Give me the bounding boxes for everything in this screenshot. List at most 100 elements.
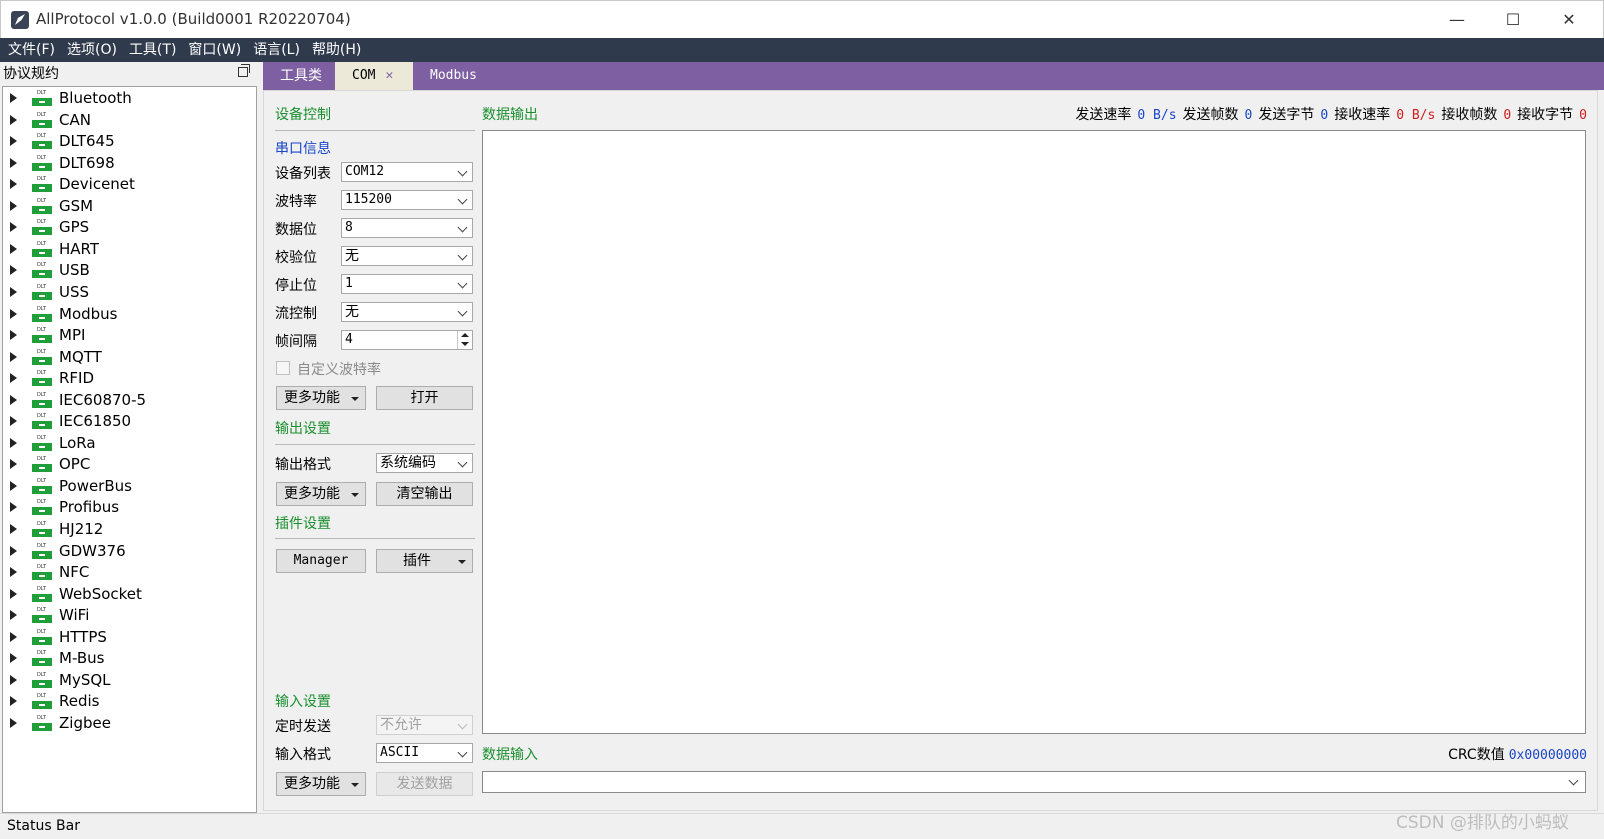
expand-arrow-icon[interactable] [10,93,17,103]
crc-display: CRC数值 0x00000000 [1448,744,1587,764]
menu-tools[interactable]: 工具(T) [123,38,182,62]
stop-bits-select[interactable]: 1 [341,274,473,294]
expand-arrow-icon[interactable] [10,351,17,362]
expand-arrow-icon[interactable] [10,502,17,513]
tree-item-websocket[interactable]: DLT WebSocket [3,583,253,605]
send-data-button[interactable]: 发送数据 [376,772,473,796]
parity-select[interactable]: 无 [341,246,473,266]
tree-item-iec60870-5[interactable]: DLT IEC60870-5 [3,389,253,411]
expand-arrow-icon[interactable] [10,437,17,448]
plugin-button[interactable]: 插件 [376,549,473,573]
expand-arrow-icon[interactable] [10,567,17,578]
tree-item-nfc[interactable]: DLT NFC [3,561,253,583]
tree-item-can[interactable]: DLT CAN [3,109,253,131]
protocol-tree[interactable]: DLT Bluetooth DLT CAN DLT DLT645 DLT DLT698 DLT D… [2,86,257,813]
expand-arrow-icon[interactable] [10,545,17,556]
tree-item-lora[interactable]: DLT LoRa [3,432,253,454]
expand-arrow-icon[interactable] [10,524,17,534]
expand-arrow-icon[interactable] [10,286,17,297]
data-input-field[interactable] [482,771,1586,793]
maximize-button[interactable]: ☐ [1490,5,1536,35]
menu-options[interactable]: 选项(O) [61,38,123,62]
menu-help[interactable]: 帮助(H) [306,38,367,62]
menu-window[interactable]: 窗口(W) [182,38,247,62]
expand-arrow-icon[interactable] [10,136,17,147]
input-format-select[interactable]: ASCII [376,743,473,763]
expand-arrow-icon[interactable] [10,265,17,276]
tree-item-gps[interactable]: DLT GPS [3,216,253,238]
menu-file[interactable]: 文件(F) [0,38,61,62]
custom-baud-checkbox[interactable] [276,361,290,375]
expand-arrow-icon[interactable] [10,179,17,190]
expand-arrow-icon[interactable] [10,653,17,664]
spin-up-icon[interactable] [457,331,471,340]
interval-spinbox[interactable]: 4 [341,330,473,350]
tree-item-bluetooth[interactable]: DLT Bluetooth [3,87,253,109]
expand-arrow-icon[interactable] [10,459,17,470]
minimize-button[interactable]: — [1434,5,1480,35]
open-button[interactable]: 打开 [376,386,473,410]
tree-item-mpi[interactable]: DLT MPI [3,324,253,346]
expand-arrow-icon[interactable] [10,308,17,319]
baud-select[interactable]: 115200 [341,190,473,210]
tree-item-gsm[interactable]: DLT GSM [3,195,253,217]
expand-arrow-icon[interactable] [10,394,17,405]
tree-item-opc[interactable]: DLT OPC [3,453,253,475]
spin-down-icon[interactable] [457,340,471,349]
dock-float-icon[interactable] [238,64,250,77]
tree-item-dlt698[interactable]: DLT DLT698 [3,152,253,174]
tab-com[interactable]: COM ✕ [335,62,413,90]
expand-arrow-icon[interactable] [10,631,17,642]
expand-arrow-icon[interactable] [10,588,17,599]
tab-close-icon[interactable]: ✕ [385,68,393,83]
expand-arrow-icon[interactable] [10,717,17,728]
tree-item-m-bus[interactable]: DLT M-Bus [3,647,253,669]
tree-item-mysql[interactable]: DLT MySQL [3,669,253,691]
tree-item-modbus[interactable]: DLT Modbus [3,303,253,325]
tree-item-iec61850[interactable]: DLT IEC61850 [3,410,253,432]
timer-send-select[interactable]: 不允许 [376,715,473,735]
manager-button[interactable]: Manager [276,549,366,573]
tree-item-devicenet[interactable]: DLT Devicenet [3,173,253,195]
expand-arrow-icon[interactable] [10,610,17,621]
device-more-button[interactable]: 更多功能 [276,386,366,410]
expand-arrow-icon[interactable] [10,674,17,685]
expand-arrow-icon[interactable] [10,243,17,254]
expand-arrow-icon[interactable] [10,114,17,125]
expand-arrow-icon[interactable] [10,416,17,427]
device-list-select[interactable]: COM12 [341,162,473,182]
expand-arrow-icon[interactable] [10,200,17,211]
close-button[interactable]: ✕ [1546,5,1592,35]
tree-item-rfid[interactable]: DLT RFID [3,367,253,389]
expand-arrow-icon[interactable] [10,373,17,384]
output-more-button[interactable]: 更多功能 [276,482,366,506]
expand-arrow-icon[interactable] [10,696,17,707]
tree-item-zigbee[interactable]: DLT Zigbee [3,712,253,734]
tree-item-hart[interactable]: DLT HART [3,238,253,260]
expand-arrow-icon[interactable] [10,480,17,491]
tree-item-usb[interactable]: DLT USB [3,259,253,281]
tree-item-redis[interactable]: DLT Redis [3,690,253,712]
input-more-button[interactable]: 更多功能 [276,772,366,796]
data-output-area[interactable] [482,130,1586,734]
tree-item-gdw376[interactable]: DLT GDW376 [3,540,253,562]
output-format-select[interactable]: 系统编码 [376,453,473,473]
tab-tools[interactable]: 工具类 [263,62,335,90]
data-bits-select[interactable]: 8 [341,218,473,238]
tree-item-mqtt[interactable]: DLT MQTT [3,346,253,368]
tree-item-profibus[interactable]: DLT Profibus [3,496,253,518]
expand-arrow-icon[interactable] [10,330,17,341]
clear-output-button[interactable]: 清空输出 [376,482,473,506]
tree-item-uss[interactable]: DLT USS [3,281,253,303]
tree-item-powerbus[interactable]: DLT PowerBus [3,475,253,497]
tree-item-https[interactable]: DLT HTTPS [3,626,253,648]
tree-item-dlt645[interactable]: DLT DLT645 [3,130,253,152]
flow-select[interactable]: 无 [341,302,473,322]
chevron-down-icon[interactable] [1568,775,1579,786]
tree-item-hj212[interactable]: DLT HJ212 [3,518,253,540]
menu-language[interactable]: 语言(L) [247,38,306,62]
expand-arrow-icon[interactable] [10,222,17,233]
expand-arrow-icon[interactable] [10,157,17,168]
tab-modbus[interactable]: Modbus [413,62,503,90]
tree-item-wifi[interactable]: DLT WiFi [3,604,253,626]
